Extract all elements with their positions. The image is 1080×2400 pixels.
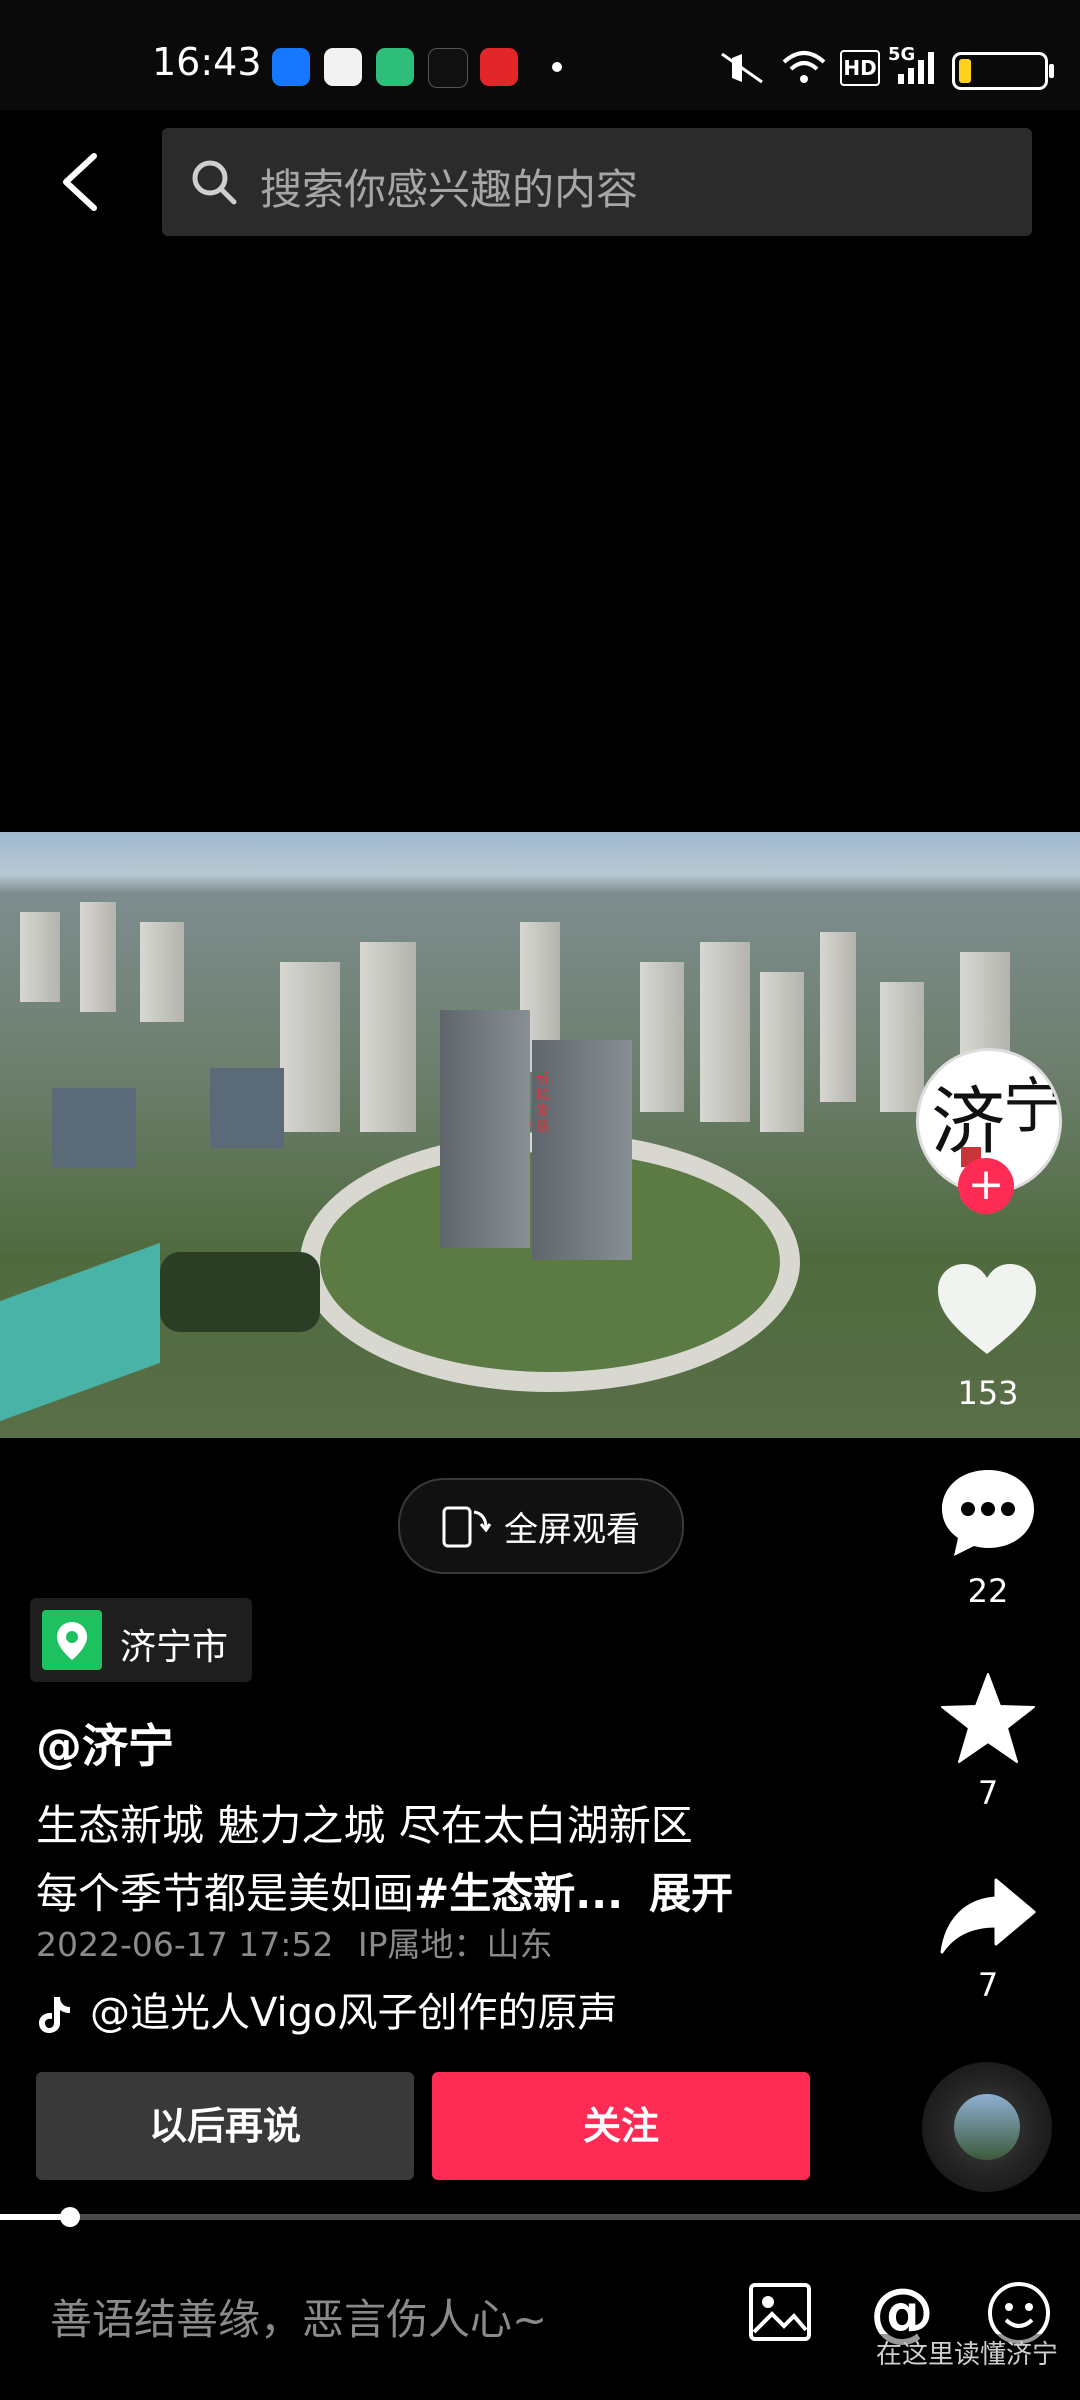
search-placeholder: 搜索你感兴趣的内容 bbox=[260, 165, 639, 214]
favorite-count: 7 bbox=[977, 1774, 999, 1812]
battery-icon bbox=[952, 52, 1054, 90]
watermark: 在这里读懂济宁 bbox=[876, 2334, 1059, 2371]
expand-button[interactable]: 展开 bbox=[649, 1869, 733, 1918]
video-progress-track[interactable] bbox=[0, 2214, 1080, 2220]
mute-icon bbox=[721, 52, 763, 84]
comment-input[interactable]: 善语结善缘，恶言伤人心~ bbox=[50, 2286, 547, 2347]
music-title: @追光人Vigo风子创作的原声 bbox=[90, 1990, 618, 2036]
status-bar: 16:43 HD 5G bbox=[0, 0, 1080, 110]
caption-text: 每个季节都是美如画 bbox=[36, 1869, 415, 1918]
caption-hashtag[interactable]: #生态新... bbox=[414, 1869, 623, 1918]
music-row[interactable]: @追光人Vigo风子创作的原声 bbox=[36, 1980, 617, 2038]
notification-dot-icon bbox=[552, 62, 562, 72]
back-button[interactable] bbox=[54, 150, 102, 214]
payment-app-icon bbox=[480, 48, 518, 86]
comment-button[interactable] bbox=[938, 1466, 1038, 1562]
author-name[interactable]: @济宁 bbox=[36, 1710, 174, 1776]
image-icon[interactable] bbox=[748, 2282, 812, 2342]
5g-signal-icon bbox=[898, 52, 934, 84]
music-note-icon bbox=[39, 1997, 70, 2033]
wallet-icon bbox=[324, 48, 362, 86]
building-sign: 新城发展 bbox=[536, 1072, 550, 1135]
location-chip[interactable]: 济宁市 bbox=[30, 1598, 252, 1682]
share-button[interactable] bbox=[938, 1876, 1038, 1956]
douyin-icon bbox=[428, 48, 468, 88]
rotate-screen-icon bbox=[442, 1506, 492, 1548]
search-icon bbox=[192, 160, 237, 205]
hd-icon: HD bbox=[840, 50, 880, 86]
fullscreen-button[interactable]: 全屏观看 bbox=[398, 1478, 684, 1574]
music-disc-avatar bbox=[954, 2094, 1020, 2160]
location-label: 济宁市 bbox=[120, 1627, 229, 1668]
caption-line-1: 生态新城 魅力之城 尽在太白湖新区 bbox=[36, 1801, 693, 1850]
follow-button[interactable]: 关注 bbox=[432, 2072, 810, 2180]
svg-text:宁: 宁 bbox=[1003, 1072, 1059, 1142]
app-icon bbox=[376, 48, 414, 86]
share-count: 7 bbox=[977, 1966, 999, 2004]
follow-plus-button[interactable]: + bbox=[958, 1158, 1014, 1214]
wifi-icon bbox=[782, 51, 826, 83]
ip-location: IP属地：山东 bbox=[357, 1925, 553, 1964]
caption-line-2: 每个季节都是美如画#生态新... 展开 bbox=[36, 1860, 733, 1921]
post-timestamp: 2022-06-17 17:52 bbox=[36, 1925, 334, 1964]
alipay-icon bbox=[272, 48, 310, 86]
status-time: 16:43 bbox=[152, 40, 262, 84]
like-button[interactable] bbox=[934, 1262, 1040, 1358]
post-meta: 2022-06-17 17:52 IP属地：山东 bbox=[36, 1918, 553, 1966]
music-disc[interactable] bbox=[922, 2062, 1052, 2192]
location-pin-icon bbox=[42, 1610, 102, 1670]
fullscreen-label: 全屏观看 bbox=[504, 1510, 640, 1550]
like-count: 153 bbox=[957, 1374, 1019, 1412]
video-progress-handle[interactable] bbox=[60, 2207, 81, 2227]
comment-count: 22 bbox=[967, 1572, 1009, 1610]
search-input[interactable]: 搜索你感兴趣的内容 bbox=[162, 128, 1032, 236]
favorite-button[interactable] bbox=[940, 1672, 1036, 1764]
later-button[interactable]: 以后再说 bbox=[36, 2072, 414, 2180]
